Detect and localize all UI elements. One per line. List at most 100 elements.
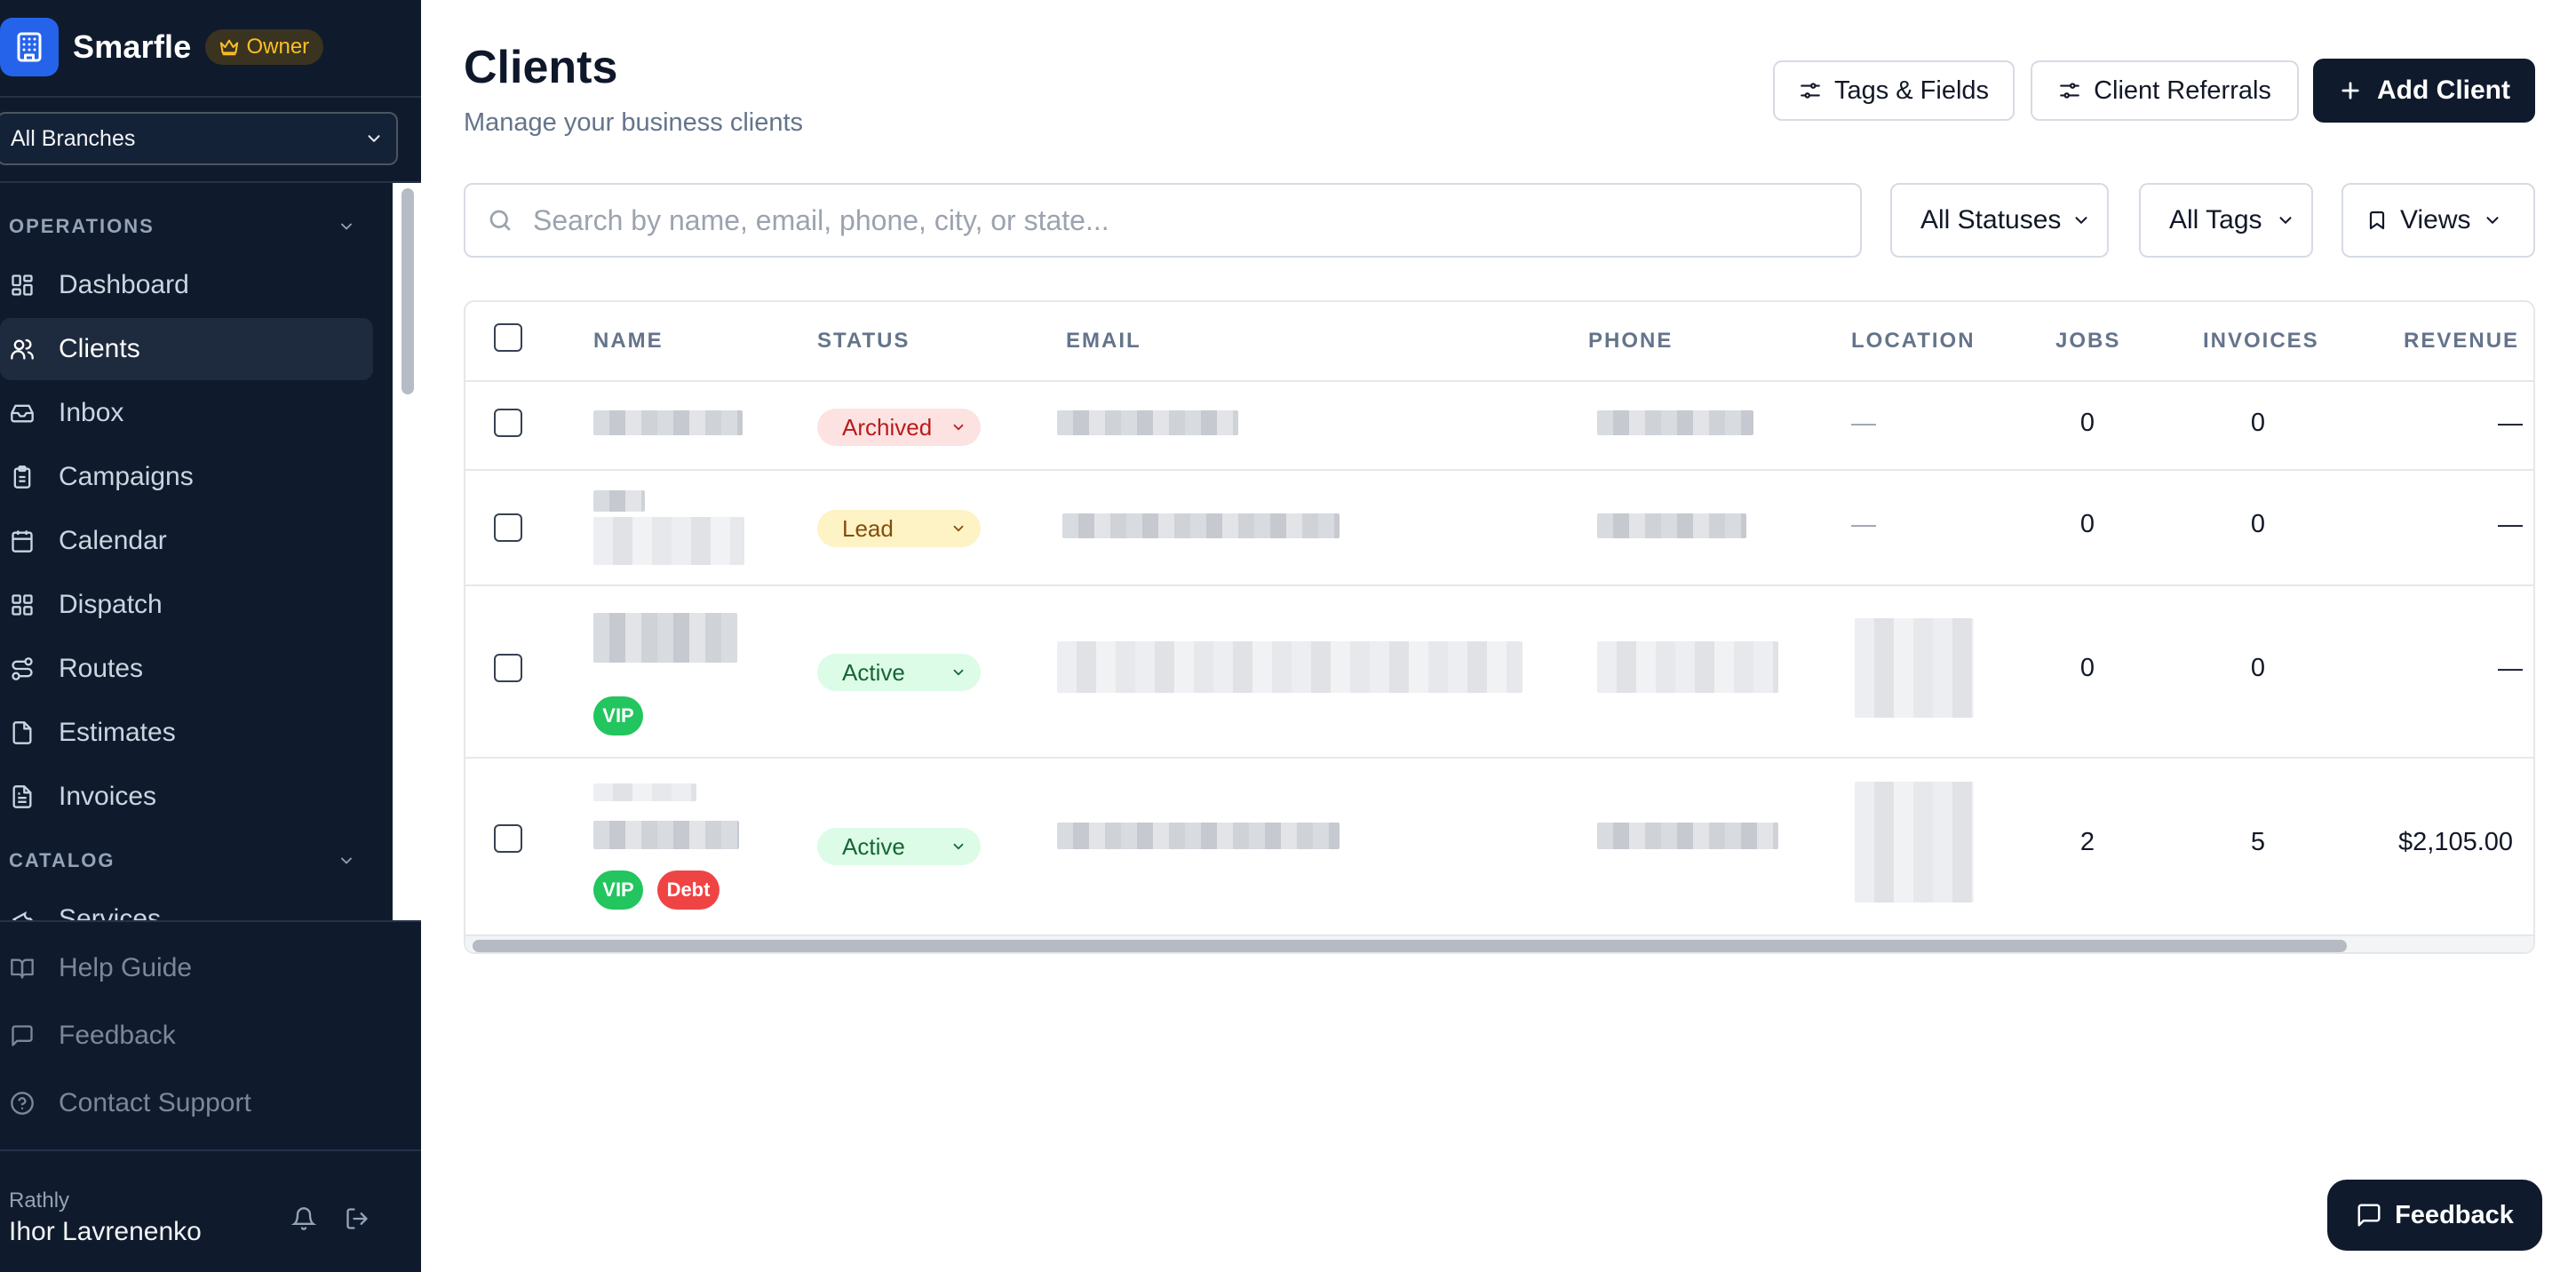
- sidebar-item-label: Dashboard: [59, 270, 189, 299]
- views-label: Views: [2400, 205, 2471, 235]
- chevron-down-icon: [953, 525, 964, 532]
- email-redacted: [1062, 513, 1340, 538]
- table-row[interactable]: Lead — 0 0 —: [465, 471, 2533, 586]
- sidebar-item-routes[interactable]: Routes: [0, 638, 373, 700]
- client-referrals-button[interactable]: Client Referrals: [2031, 60, 2299, 121]
- file-icon: [9, 719, 36, 746]
- client-name-redacted[interactable]: [593, 821, 739, 849]
- status-dropdown[interactable]: Active: [817, 828, 981, 865]
- chevron-down-icon: [2075, 217, 2087, 225]
- status-dropdown[interactable]: Active: [817, 654, 981, 691]
- chevron-down-icon: [368, 135, 380, 142]
- jobs-value: 0: [2079, 510, 2095, 538]
- search-input[interactable]: [533, 203, 1812, 237]
- brand-name: Smarfle: [73, 28, 192, 65]
- logout-button[interactable]: [339, 1201, 375, 1236]
- sidebar-item-services[interactable]: Services: [0, 888, 373, 920]
- book-icon: [9, 955, 36, 982]
- routes-icon: [9, 656, 36, 682]
- branch-select-value: All Branches: [11, 125, 136, 151]
- message-icon: [2357, 1204, 2381, 1227]
- email-redacted: [1057, 823, 1340, 849]
- status-dropdown[interactable]: Archived: [817, 409, 981, 446]
- sidebar-item-dashboard[interactable]: Dashboard: [0, 254, 373, 316]
- sidebar-item-dispatch[interactable]: Dispatch: [0, 574, 373, 636]
- clients-table: NAME STATUS EMAIL PHONE LOCATION JOBS IN…: [464, 300, 2535, 954]
- add-client-button[interactable]: Add Client: [2313, 59, 2535, 123]
- contact-support-link[interactable]: Contact Support: [0, 1072, 373, 1134]
- row-checkbox[interactable]: [494, 654, 522, 682]
- notifications-button[interactable]: [286, 1201, 322, 1236]
- building-icon: [0, 18, 59, 76]
- invoice-icon: [9, 783, 36, 810]
- status-label: Archived: [842, 413, 933, 441]
- column-header-name[interactable]: NAME: [593, 329, 664, 354]
- client-name-redacted[interactable]: [593, 613, 737, 663]
- sidebar-item-calendar[interactable]: Calendar: [0, 510, 373, 572]
- wrench-icon: [9, 906, 36, 920]
- tag-vip: VIP: [593, 871, 643, 910]
- phone-redacted: [1597, 823, 1778, 849]
- client-name-redacted[interactable]: [593, 410, 743, 435]
- tag-label: VIP: [602, 878, 634, 901]
- status-filter[interactable]: All Statuses: [1890, 183, 2109, 258]
- help-circle-icon: [9, 1090, 36, 1117]
- table-scrollbar-thumb[interactable]: [473, 940, 2347, 952]
- brand[interactable]: Smarfle Owner: [0, 16, 324, 78]
- email-redacted: [1057, 641, 1523, 693]
- sidebar-item-campaigns[interactable]: Campaigns: [0, 446, 373, 508]
- search-box[interactable]: [464, 183, 1862, 258]
- status-dropdown[interactable]: Lead: [817, 510, 981, 547]
- column-header-phone[interactable]: PHONE: [1588, 329, 1673, 354]
- table-scrollbar-track[interactable]: [465, 934, 2533, 952]
- invoices-value: 0: [2250, 409, 2266, 437]
- select-all-checkbox[interactable]: [494, 323, 522, 352]
- client-name-redacted[interactable]: [593, 490, 645, 512]
- help-guide-link[interactable]: Help Guide: [0, 937, 373, 999]
- table-row[interactable]: VIP Active 0 0 —: [465, 586, 2533, 759]
- column-header-status[interactable]: STATUS: [817, 329, 910, 354]
- sidebar-item-estimates[interactable]: Estimates: [0, 702, 373, 764]
- feedback-link[interactable]: Feedback: [0, 1005, 373, 1067]
- column-header-revenue[interactable]: REVENUE: [2404, 329, 2519, 354]
- sidebar-item-label: Services: [59, 904, 162, 920]
- owner-badge-label: Owner: [246, 35, 310, 59]
- row-checkbox[interactable]: [494, 409, 522, 437]
- sidebar-item-label: Inbox: [59, 398, 124, 427]
- email-redacted: [1057, 410, 1238, 435]
- client-name-redacted[interactable]: [593, 517, 744, 565]
- row-checkbox[interactable]: [494, 824, 522, 853]
- sidebar-item-label: Estimates: [59, 718, 176, 747]
- logout-icon: [346, 1208, 368, 1229]
- column-header-email[interactable]: EMAIL: [1066, 329, 1141, 354]
- dispatch-icon: [9, 592, 36, 618]
- tag-vip: VIP: [593, 696, 643, 735]
- page-title: Clients: [464, 42, 618, 93]
- sidebar-item-invoices[interactable]: Invoices: [0, 766, 373, 828]
- chevron-down-icon: [2279, 217, 2292, 225]
- section-catalog[interactable]: CATALOG: [9, 847, 355, 874]
- branch-select[interactable]: All Branches: [0, 112, 398, 165]
- org-name: Rathly: [9, 1189, 70, 1212]
- tags-filter[interactable]: All Tags: [2139, 183, 2313, 258]
- section-operations[interactable]: OPERATIONS: [9, 213, 355, 240]
- table-row[interactable]: VIP Debt Active 2 5 $2,105.00: [465, 759, 2533, 934]
- status-filter-value: All Statuses: [1920, 205, 2062, 235]
- column-header-invoices[interactable]: INVOICES: [2203, 329, 2319, 354]
- tags-fields-button[interactable]: Tags & Fields: [1773, 60, 2015, 121]
- revenue-value: —: [2498, 510, 2523, 537]
- search-icon: [489, 210, 511, 231]
- row-checkbox[interactable]: [494, 513, 522, 542]
- revenue-value: —: [2498, 654, 2523, 681]
- client-name-redacted[interactable]: [593, 783, 696, 801]
- sidebar-scrollbar-thumb[interactable]: [402, 188, 414, 394]
- column-header-location[interactable]: LOCATION: [1851, 329, 1976, 354]
- views-dropdown[interactable]: Views: [2341, 183, 2535, 258]
- sidebar-item-clients[interactable]: Clients: [0, 318, 373, 380]
- table-row[interactable]: Archived — 0 0 —: [465, 382, 2533, 471]
- feedback-button[interactable]: Feedback: [2327, 1180, 2542, 1251]
- sidebar-item-inbox[interactable]: Inbox: [0, 382, 373, 444]
- bookmark-icon: [2369, 211, 2385, 230]
- column-header-jobs[interactable]: JOBS: [2055, 329, 2120, 354]
- tag-label: VIP: [602, 704, 634, 727]
